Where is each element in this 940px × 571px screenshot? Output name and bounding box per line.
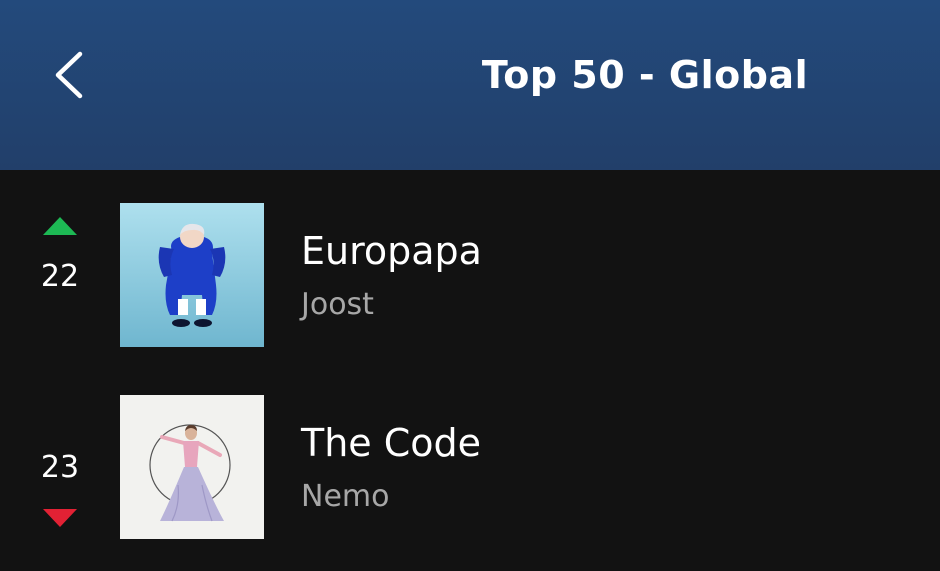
track-row-europapa[interactable]: 22 Europapa Joost [0,192,940,352]
track-artist: Joost [301,287,374,322]
track-artist: Nemo [301,479,390,514]
track-title: Europapa [301,229,482,273]
chevron-left-icon [55,51,83,99]
track-title: The Code [301,421,482,465]
rank-up-icon [43,217,77,235]
rank-down-icon [43,509,77,527]
page-title: Top 50 - Global [481,53,809,97]
back-button[interactable] [50,48,90,104]
album-cover-europapa [120,203,264,347]
album-cover-the-code [120,395,264,539]
track-row-the-code[interactable]: 23 The Code Nemo [0,384,940,544]
track-list: 22 Europapa Joost 23 The Code Nemo [0,170,940,571]
top-bar: Top 50 - Global [0,0,940,170]
track-rank: 23 [40,450,80,485]
track-rank: 22 [40,259,80,294]
